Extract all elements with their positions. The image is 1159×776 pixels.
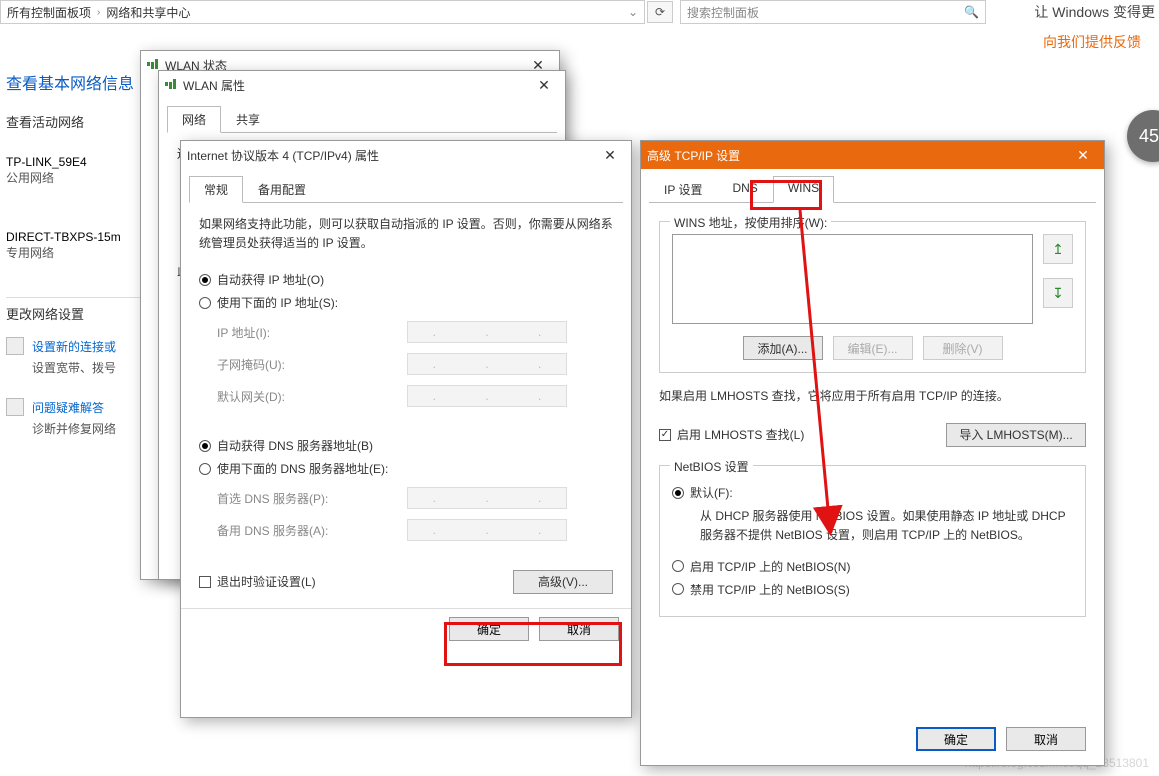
close-icon[interactable]: ✕ (529, 75, 559, 95)
radio-auto-ip[interactable]: 自动获得 IP 地址(O) (199, 271, 613, 288)
ok-button[interactable]: 确定 (449, 617, 529, 641)
input-dns1: ... (407, 487, 567, 509)
label-ip-address: IP 地址(I): (217, 324, 407, 341)
group-netbios: NetBIOS 设置 (670, 458, 753, 475)
advanced-button[interactable]: 高级(V)... (513, 570, 613, 594)
tab-dns[interactable]: DNS (717, 176, 772, 203)
input-default-gateway: ... (407, 385, 567, 407)
input-dns2: ... (407, 519, 567, 541)
checkbox-enable-lmhosts[interactable]: 启用 LMHOSTS 查找(L) (659, 426, 804, 443)
troubleshoot-icon (6, 398, 24, 416)
adv-titlebar[interactable]: 高级 TCP/IP 设置 ✕ (641, 141, 1104, 169)
radio-manual-ip[interactable]: 使用下面的 IP 地址(S): (199, 294, 613, 311)
move-down-button[interactable]: ↧ (1043, 278, 1073, 308)
close-icon[interactable]: ✕ (1068, 145, 1098, 165)
chevron-down-icon[interactable]: ⌄ (622, 5, 644, 19)
tab-network[interactable]: 网络 (167, 106, 221, 133)
radio-manual-dns[interactable]: 使用下面的 DNS 服务器地址(E): (199, 460, 613, 477)
wlan-props-titlebar[interactable]: WLAN 属性 ✕ (159, 71, 565, 99)
new-connection-icon (6, 337, 24, 355)
label-default-gateway: 默认网关(D): (217, 388, 407, 405)
radio-netbios-default[interactable]: 默认(F): (672, 484, 1073, 501)
link-new-connection[interactable]: 设置新的连接或 (32, 338, 116, 355)
section-change-settings: 更改网络设置 (6, 297, 156, 323)
section-title-basic-network: 查看基本网络信息 (6, 70, 156, 94)
radio-netbios-disable[interactable]: 禁用 TCP/IP 上的 NetBIOS(S) (672, 581, 1073, 598)
label-dns1: 首选 DNS 服务器(P): (217, 490, 407, 507)
link-new-connection-sub: 设置宽带、拨号 (32, 359, 156, 376)
cancel-button[interactable]: 取消 (1006, 727, 1086, 751)
signal-icon (165, 78, 177, 92)
breadcrumb-part1[interactable]: 所有控制面板项 (7, 4, 91, 21)
add-button[interactable]: 添加(A)... (743, 336, 823, 360)
ipv4-description: 如果网络支持此功能，则可以获取自动指派的 IP 设置。否则，你需要从网络系统管理… (199, 215, 613, 253)
cancel-button[interactable]: 取消 (539, 617, 619, 641)
search-icon[interactable]: 🔍 (964, 5, 979, 19)
delete-button: 删除(V) (923, 336, 1003, 360)
wlan-props-title: WLAN 属性 (183, 77, 245, 94)
link-troubleshoot-sub: 诊断并修复网络 (32, 420, 156, 437)
breadcrumb[interactable]: 所有控制面板项 › 网络和共享中心 (1, 4, 622, 21)
windows-better-label: 让 Windows 变得更 (1034, 2, 1155, 22)
network-1-name: TP-LINK_59E4 (6, 155, 156, 169)
adv-title: 高级 TCP/IP 设置 (647, 147, 740, 164)
section-active-networks: 查看活动网络 (6, 112, 156, 131)
ipv4-title: Internet 协议版本 4 (TCP/IPv4) 属性 (187, 147, 379, 164)
label-dns2: 备用 DNS 服务器(A): (217, 522, 407, 539)
tab-wins[interactable]: WINS (773, 176, 834, 203)
radio-auto-dns[interactable]: 自动获得 DNS 服务器地址(B) (199, 437, 613, 454)
radio-netbios-default-desc: 从 DHCP 服务器使用 NetBIOS 设置。如果使用静态 IP 地址或 DH… (700, 507, 1073, 545)
import-lmhosts-button[interactable]: 导入 LMHOSTS(M)... (946, 423, 1086, 447)
badge-45: 45 (1127, 110, 1159, 162)
breadcrumb-part2[interactable]: 网络和共享中心 (106, 4, 190, 21)
tab-general[interactable]: 常规 (189, 176, 243, 203)
network-1-type: 公用网络 (6, 169, 156, 186)
radio-netbios-enable[interactable]: 启用 TCP/IP 上的 NetBIOS(N) (672, 558, 1073, 575)
ok-button[interactable]: 确定 (916, 727, 996, 751)
chevron-right-icon: › (97, 7, 100, 18)
wins-address-list[interactable] (672, 234, 1033, 324)
link-troubleshoot[interactable]: 问题疑难解答 (32, 399, 104, 416)
network-2-name: DIRECT-TBXPS-15m (6, 230, 156, 244)
tab-ip-settings[interactable]: IP 设置 (649, 176, 717, 203)
ipv4-titlebar[interactable]: Internet 协议版本 4 (TCP/IPv4) 属性 ✕ (181, 141, 631, 169)
search-input[interactable]: 搜索控制面板 (687, 4, 759, 21)
input-ip-address: ... (407, 321, 567, 343)
move-up-button[interactable]: ↥ (1043, 234, 1073, 264)
tab-share[interactable]: 共享 (221, 106, 275, 133)
tab-alt-config[interactable]: 备用配置 (243, 176, 321, 203)
checkbox-validate-on-exit[interactable]: 退出时验证设置(L) (199, 573, 316, 590)
group-wins-addresses: WINS 地址，按使用排序(W): (670, 214, 831, 231)
lmhosts-note: 如果启用 LMHOSTS 查找，它将应用于所有启用 TCP/IP 的连接。 (659, 387, 1086, 406)
label-subnet-mask: 子网掩码(U): (217, 356, 407, 373)
edit-button: 编辑(E)... (833, 336, 913, 360)
network-2-type: 专用网络 (6, 244, 156, 261)
feedback-link[interactable]: 向我们提供反馈 (1043, 32, 1141, 52)
close-icon[interactable]: ✕ (595, 145, 625, 165)
input-subnet-mask: ... (407, 353, 567, 375)
refresh-button[interactable]: ⟳ (647, 1, 673, 23)
